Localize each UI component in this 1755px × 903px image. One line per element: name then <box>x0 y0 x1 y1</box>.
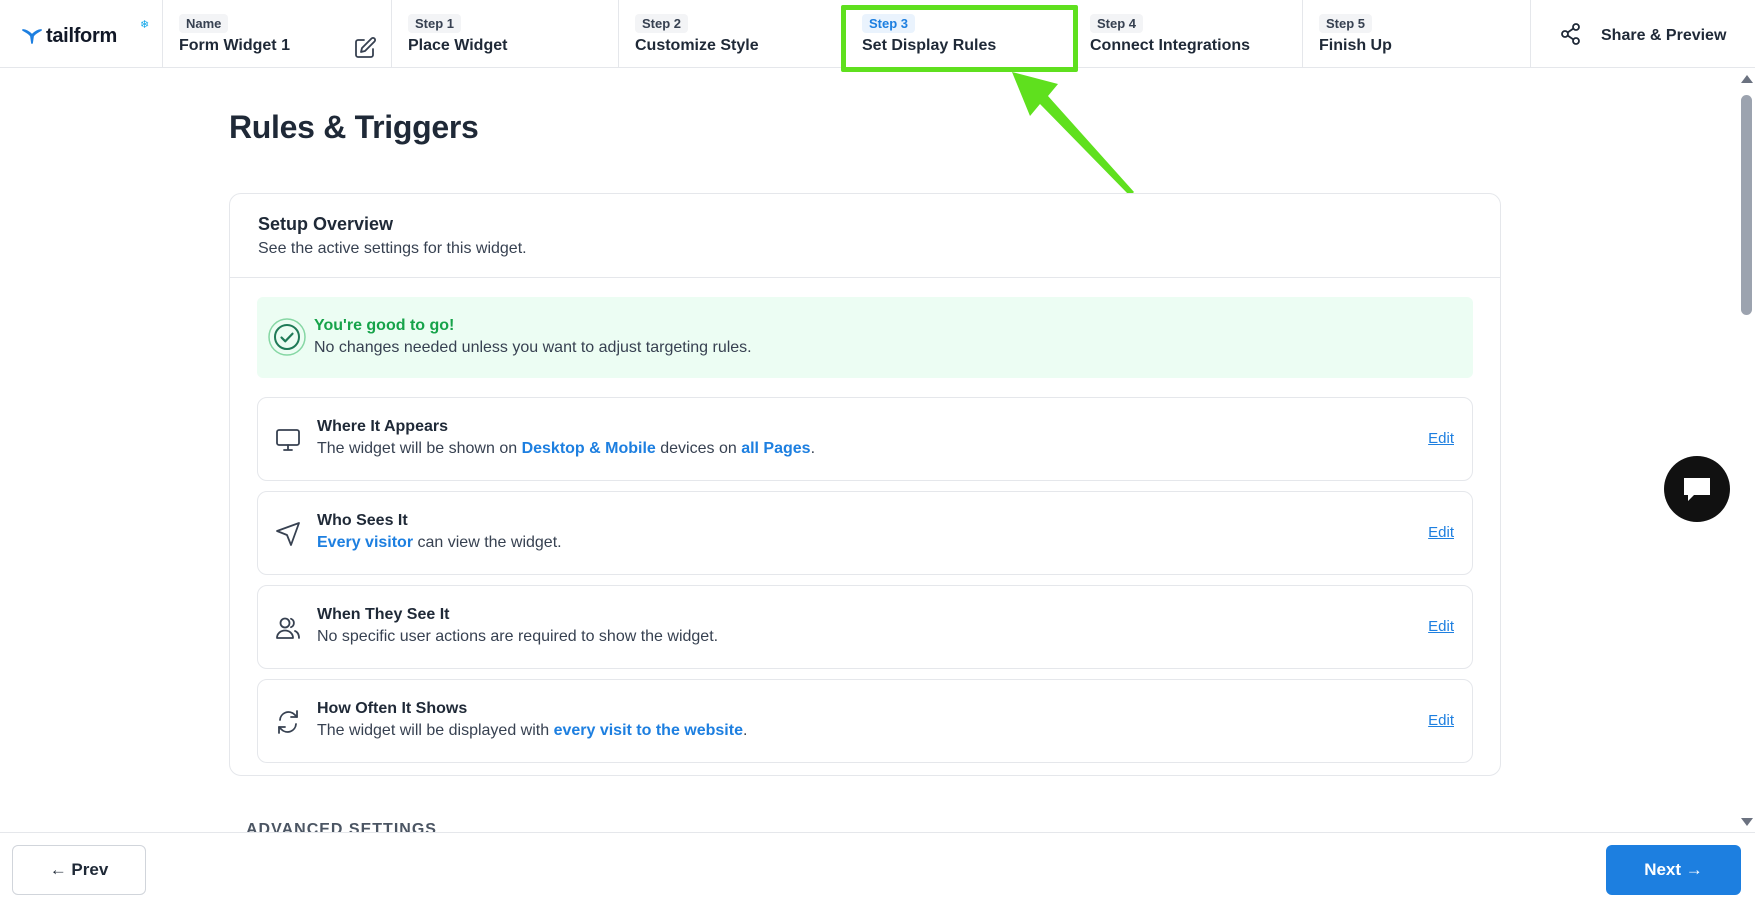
rule-highlight-devices: Desktop & Mobile <box>521 440 656 457</box>
rule-highlight-visitors: Every visitor <box>317 534 414 551</box>
rule-when-they-see-it: When They See It No specific user action… <box>257 585 1473 669</box>
widget-name-field[interactable]: Name Form Widget 1 <box>162 0 391 68</box>
panel-subtitle: See the active settings for this widget. <box>258 240 527 257</box>
step-3-highlight-annotation <box>841 5 1078 72</box>
rule-title: When They See It <box>317 606 450 623</box>
panel-header: Setup Overview See the active settings f… <box>230 194 1500 278</box>
name-label: Name <box>179 14 229 33</box>
tab-step-1[interactable]: Step 1 Place Widget <box>391 0 618 68</box>
edit-where-link[interactable]: Edit <box>1428 430 1454 447</box>
prev-button[interactable]: ← Prev <box>12 845 146 895</box>
next-button[interactable]: Next → <box>1606 845 1741 895</box>
panel-title: Setup Overview <box>258 214 394 234</box>
share-preview-label: Share & Preview <box>1601 27 1727 44</box>
edit-who-link[interactable]: Edit <box>1428 524 1454 541</box>
rule-description: The widget will be shown on Desktop & Mo… <box>317 440 815 458</box>
whale-tail-icon <box>22 29 42 44</box>
rule-text: devices on <box>655 440 742 457</box>
pencil-icon[interactable] <box>353 36 377 60</box>
share-icon <box>1561 23 1580 45</box>
chat-widget-button[interactable] <box>1664 456 1730 522</box>
step-label: Connect Integrations <box>1090 37 1251 54</box>
scroll-thumb[interactable] <box>1741 95 1752 315</box>
rule-text: can view the widget. <box>413 534 562 551</box>
monitor-icon <box>276 429 300 451</box>
page-title: Rules & Triggers <box>229 109 479 145</box>
rule-title: How Often It Shows <box>317 700 468 717</box>
vertical-scrollbar[interactable] <box>1737 69 1755 832</box>
share-preview-button[interactable]: Share & Preview <box>1530 0 1755 68</box>
navigation-arrow-icon <box>276 522 300 546</box>
step-number: Step 2 <box>635 14 689 33</box>
status-banner: You're good to go! No changes needed unl… <box>257 297 1473 378</box>
rule-who-sees-it: Who Sees It Every visitor can view the w… <box>257 491 1473 575</box>
step-label: Place Widget <box>408 37 508 54</box>
step-number: Step 4 <box>1090 14 1144 33</box>
rule-highlight-pages: all Pages <box>741 440 811 457</box>
setup-overview-panel: Setup Overview See the active settings f… <box>229 193 1501 776</box>
tab-step-5[interactable]: Step 5 Finish Up <box>1302 0 1530 68</box>
step-label: Finish Up <box>1319 37 1392 54</box>
advanced-settings-heading[interactable]: ADVANCED SETTINGS <box>246 821 437 832</box>
tab-step-2[interactable]: Step 2 Customize Style <box>618 0 846 68</box>
status-title: You're good to go! <box>314 317 455 334</box>
widget-name: Form Widget 1 <box>179 37 290 54</box>
rule-description: The widget will be displayed with every … <box>317 722 747 740</box>
chat-bubble-icon <box>1684 478 1710 501</box>
rule-where-it-appears: Where It Appears The widget will be show… <box>257 397 1473 481</box>
snowflake-icon: ❄ <box>140 19 150 31</box>
users-icon <box>276 617 300 639</box>
logo-text: tailform <box>46 24 117 47</box>
footer-bar: ← Prev Next → <box>0 832 1755 903</box>
check-circle-icon <box>268 318 306 356</box>
rule-how-often: How Often It Shows The widget will be di… <box>257 679 1473 763</box>
main-content: Rules & Triggers Setup Overview See the … <box>0 69 1735 832</box>
edit-when-link[interactable]: Edit <box>1428 618 1454 635</box>
step-label: Customize Style <box>635 37 759 54</box>
rule-text: . <box>810 440 816 457</box>
rule-title: Where It Appears <box>317 418 448 435</box>
rule-text: . <box>742 722 748 739</box>
status-text: No changes needed unless you want to adj… <box>314 339 752 356</box>
scroll-down-arrow-icon[interactable] <box>1741 818 1753 826</box>
rule-description: Every visitor can view the widget. <box>317 534 562 552</box>
scroll-up-arrow-icon[interactable] <box>1741 75 1753 83</box>
step-number: Step 1 <box>408 14 462 33</box>
tab-step-4[interactable]: Step 4 Connect Integrations <box>1074 0 1302 68</box>
logo[interactable]: tailform ❄ <box>22 19 149 50</box>
rule-title: Who Sees It <box>317 512 408 529</box>
rule-description: No specific user actions are required to… <box>317 628 719 645</box>
edit-frequency-link[interactable]: Edit <box>1428 712 1454 729</box>
rule-text: The widget will be shown on <box>317 440 522 457</box>
step-number: Step 5 <box>1319 14 1373 33</box>
rule-text: The widget will be displayed with <box>317 722 554 739</box>
refresh-icon <box>278 710 298 734</box>
rule-highlight-frequency: every visit to the website <box>553 722 743 739</box>
